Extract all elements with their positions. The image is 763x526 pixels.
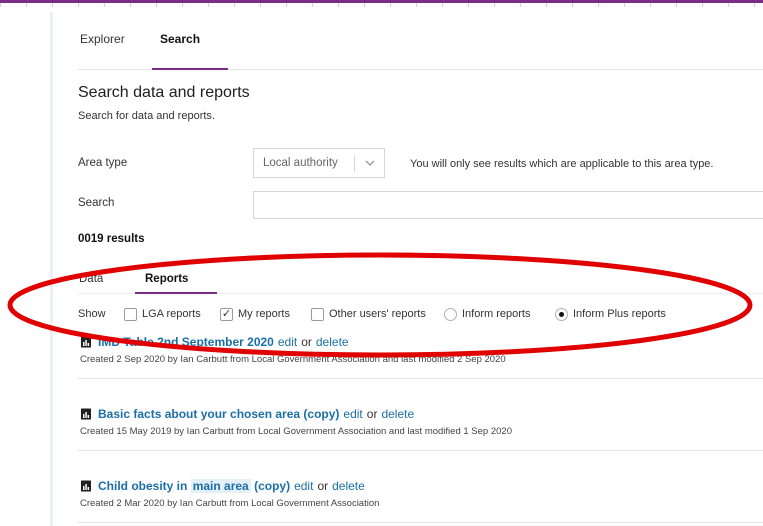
report-or-text: or: [317, 479, 329, 493]
search-input[interactable]: [253, 191, 763, 219]
report-delete-link[interactable]: delete: [316, 335, 349, 349]
report-title-part: (copy): [254, 479, 291, 493]
top-decoration: [0, 3, 763, 7]
report-meta: Created 2 Mar 2020 by Ian Carbutt from L…: [80, 498, 380, 509]
report-title-link[interactable]: IMD Table 2nd September 2020: [98, 335, 274, 349]
result-count: 0019 results: [78, 233, 145, 245]
result-type-tabs: Data Reports: [78, 270, 763, 294]
report-meta: Created 2 Sep 2020 by Ian Carbutt from L…: [80, 354, 506, 365]
report-filter-row: Show LGA reports ✓ My reports Other user…: [78, 304, 763, 324]
report-edit-link[interactable]: edit: [294, 479, 313, 493]
filter-inform-reports[interactable]: Inform reports: [444, 304, 530, 324]
report-edit-link[interactable]: edit: [343, 407, 362, 421]
report-delete-link[interactable]: delete: [381, 407, 414, 421]
report-document-icon: [81, 336, 91, 348]
report-title-link[interactable]: Child obesity in main area (copy): [98, 479, 290, 493]
tab-reports[interactable]: Reports: [145, 273, 188, 285]
active-tab-indicator: [152, 68, 228, 70]
lga-reports-label: LGA reports: [142, 308, 201, 320]
tab-data[interactable]: Data: [79, 273, 103, 285]
select-separator: [354, 155, 355, 172]
main-tabs: Explorer Search: [78, 30, 763, 70]
area-type-hint: You will only see results which are appl…: [410, 158, 714, 170]
active-subtab-indicator: [135, 292, 217, 294]
area-type-label: Area type: [78, 157, 128, 169]
report-document-icon: [81, 480, 91, 492]
report-divider: [78, 378, 763, 379]
my-reports-label: My reports: [238, 308, 290, 320]
report-delete-link[interactable]: delete: [332, 479, 365, 493]
report-document-icon: [81, 408, 91, 420]
search-label: Search: [78, 197, 115, 209]
filter-lga-reports[interactable]: LGA reports: [124, 304, 201, 324]
report-meta: Created 15 May 2019 by Ian Carbutt from …: [80, 426, 512, 437]
other-users-reports-label: Other users' reports: [329, 308, 426, 320]
lga-reports-checkbox[interactable]: [124, 307, 137, 321]
tab-search[interactable]: Search: [160, 32, 200, 46]
filter-other-users-reports[interactable]: Other users' reports: [311, 304, 426, 324]
filter-my-reports[interactable]: ✓ My reports: [220, 304, 290, 324]
inform-reports-radio[interactable]: [444, 307, 457, 321]
inform-plus-reports-radio[interactable]: [555, 307, 568, 321]
filter-inform-plus-reports[interactable]: Inform Plus reports: [555, 304, 666, 324]
report-title-highlight: main area: [190, 479, 251, 493]
report-edit-link[interactable]: edit: [278, 335, 297, 349]
report-title-part: Child obesity in: [98, 479, 188, 493]
other-users-reports-checkbox[interactable]: [311, 307, 324, 321]
report-or-text: or: [366, 407, 378, 421]
tab-explorer[interactable]: Explorer: [80, 32, 125, 46]
inform-plus-reports-label: Inform Plus reports: [573, 308, 666, 320]
search-panel: Explorer Search Search data and reports …: [53, 12, 763, 526]
report-divider: [78, 450, 763, 451]
area-type-select[interactable]: Local authority: [253, 148, 385, 178]
report-item: IMD Table 2nd September 2020 edit or del…: [80, 335, 763, 365]
report-item: Child obesity in main area (copy) edit o…: [80, 479, 763, 509]
inform-reports-label: Inform reports: [462, 308, 531, 320]
page-subtitle: Search for data and reports.: [78, 110, 215, 122]
report-divider: [78, 522, 763, 523]
report-title-link[interactable]: Basic facts about your chosen area (copy…: [98, 407, 339, 421]
report-or-text: or: [301, 335, 312, 349]
page-title: Search data and reports: [78, 84, 250, 101]
report-item: Basic facts about your chosen area (copy…: [80, 407, 763, 437]
my-reports-checkbox[interactable]: ✓: [220, 307, 233, 321]
chevron-down-icon[interactable]: [363, 156, 377, 170]
show-label: Show: [78, 308, 106, 320]
area-type-value: Local authority: [263, 157, 338, 169]
